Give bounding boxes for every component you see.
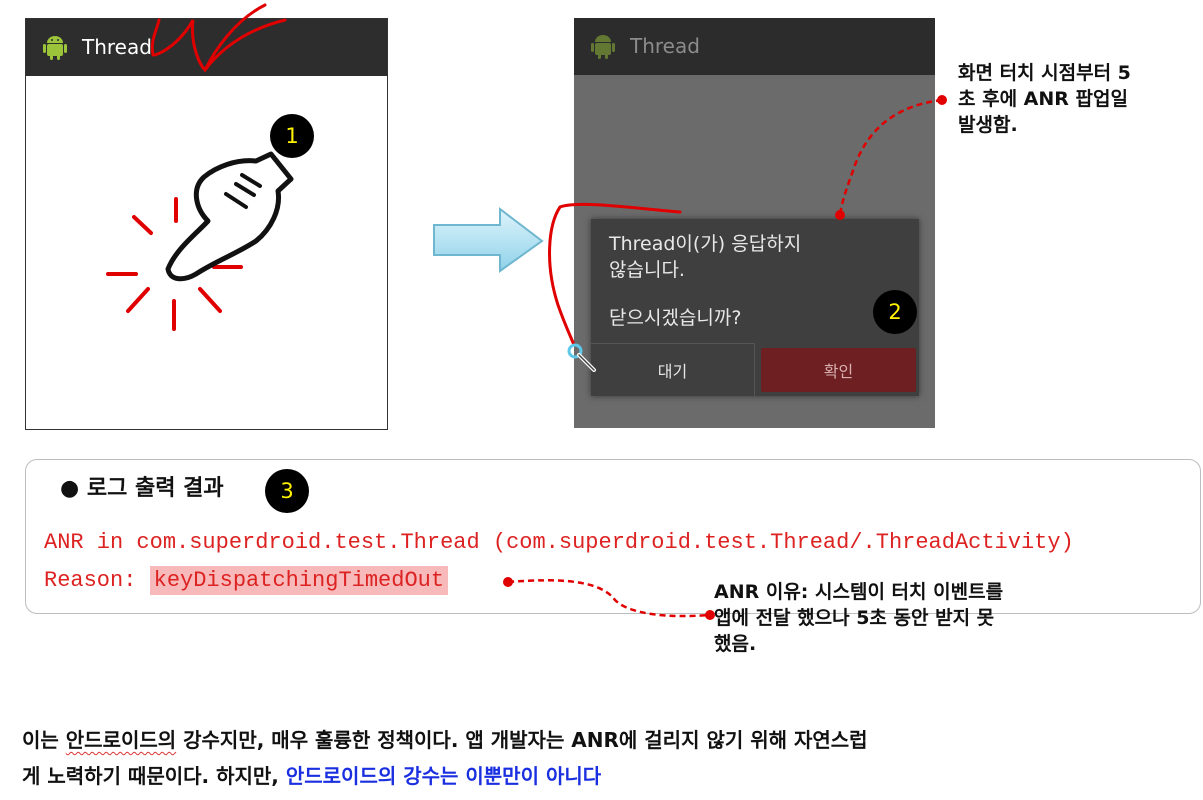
step-badge-2: 2 <box>873 290 917 334</box>
note-reason-line2: 앱에 전달 했으나 5초 동안 받지 못 <box>714 607 995 629</box>
note-popup-line3: 발생함. <box>958 114 1018 136</box>
android-icon <box>43 36 67 60</box>
connector-popup <box>835 95 947 220</box>
note-popup-line2: 초 후에 ANR 팝업일 <box>958 88 1128 110</box>
cursor-icon <box>567 343 596 372</box>
para-text-3: 강수지만, 매우 훌륭한 정책이다. 앱 개발자는 ANR에 걸리지 않기 위해… <box>176 728 868 752</box>
reason-label: Reason: <box>44 568 150 593</box>
reason-value: keyDispatchingTimedOut <box>149 566 449 595</box>
log-heading: ● 로그 출력 결과 <box>60 476 224 501</box>
para-text-2: 안드로이드의 <box>65 728 177 752</box>
action-bar: Thread <box>574 18 935 75</box>
app-title: Thread <box>630 34 700 58</box>
ok-button[interactable]: 확인 <box>761 348 916 392</box>
step-badge-1: 1 <box>270 114 314 158</box>
body-paragraph: 이는 안드로이드의 강수지만, 매우 훌륭한 정책이다. 앱 개발자는 ANR에… <box>22 722 1192 794</box>
connector-reason <box>503 577 715 620</box>
note-reason-line3: 했음. <box>714 633 757 655</box>
note-reason: ANR 이유: 시스템이 터치 이벤트를 앱에 전달 했으나 5초 동안 받지 … <box>714 579 1003 657</box>
right-arrow-icon <box>433 206 544 273</box>
log-line-reason: Reason: keyDispatchingTimedOut <box>44 566 449 595</box>
para-highlight: 안드로이드의 강수는 이뿐만이 아니다 <box>285 764 602 788</box>
step-badge-3: 3 <box>265 469 309 513</box>
log-line-anr: ANR in com.superdroid.test.Thread (com.s… <box>44 530 1074 555</box>
para-text-1: 이는 <box>22 728 66 752</box>
scribble-annotation <box>150 3 287 73</box>
app-title: Thread <box>82 35 152 59</box>
android-icon <box>591 35 615 59</box>
note-popup: 화면 터치 시점부터 5 초 후에 ANR 팝업일 발생함. <box>958 60 1131 138</box>
bracket-annotation <box>548 202 682 347</box>
note-reason-line1: ANR 이유: 시스템이 터치 이벤트를 <box>714 581 1004 603</box>
touch-hand-icon <box>106 151 294 331</box>
para-text-4: 게 노력하기 때문이다. 하지만, <box>22 764 286 788</box>
note-popup-line1: 화면 터치 시점부터 5 <box>958 62 1131 84</box>
